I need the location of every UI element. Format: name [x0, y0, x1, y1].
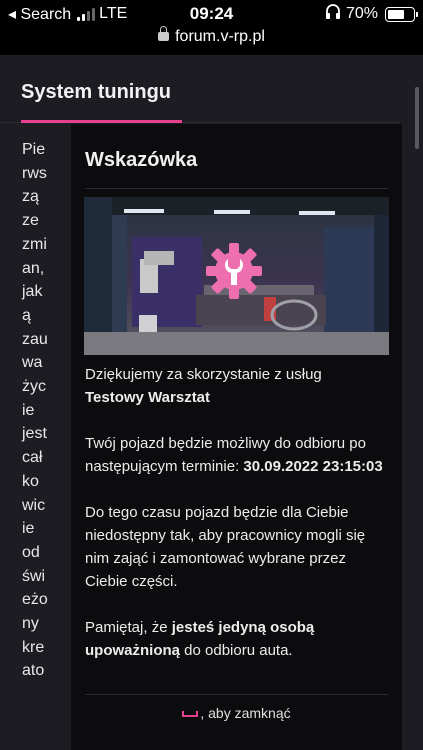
garage-image: [84, 197, 389, 355]
post-text-fragment: wic: [22, 496, 46, 514]
post-text-fragment: cał: [22, 449, 43, 467]
post-text-fragment: ie: [22, 401, 35, 419]
post-text-fragment: życ: [22, 378, 46, 396]
battery-percent: 70%: [345, 5, 378, 22]
scrollbar[interactable]: [415, 87, 419, 149]
post-text-fragment: zmi: [22, 235, 47, 253]
pickup-datetime: 30.09.2022 23:15:03: [243, 458, 383, 475]
workshop-name: Testowy Warsztat: [85, 389, 211, 406]
post-text-fragment: an,: [22, 259, 45, 277]
remember-prefix: Pamiętaj, że: [85, 619, 172, 636]
status-right: 70%: [325, 4, 418, 24]
wrench-gear-icon: [204, 241, 264, 301]
post-text-fragment: eżo: [22, 591, 48, 609]
remember-suffix: do odbioru auta.: [180, 642, 293, 659]
post-text-fragment: od: [22, 543, 40, 561]
post-text-fragment: ny: [22, 615, 39, 633]
status-bar: ◂ Search LTE 09:24 70%: [0, 0, 423, 28]
page-title: System tuningu: [21, 81, 172, 103]
remember-bold-2: upoważnioną: [85, 642, 180, 659]
post-text-fragment: ko: [22, 472, 39, 490]
thanks-text: Dziękujemy za skorzystanie z usług: [85, 366, 322, 383]
post-text-fragment: ie: [22, 520, 35, 538]
post-text-fragment: wa: [22, 354, 43, 372]
post-text-fragment: zą: [22, 188, 39, 206]
tip-footer-divider: [85, 694, 388, 695]
post-text-fragment: rws: [22, 164, 47, 182]
post-body-text: Pie rws zą ze zmi an, jak ą zau wa życ ie jest cał ko w…: [22, 138, 62, 683]
forum-page: System tuningu Pie rws zą ze zmi an, jak ą zau wa…: [0, 55, 423, 750]
post-text-fragment: kre: [22, 638, 45, 656]
post-text-fragment: świ: [22, 567, 46, 585]
tip-title: Wskazówka: [85, 149, 198, 171]
close-hint[interactable]: , aby zamknąć: [71, 705, 402, 721]
battery-icon: [385, 6, 418, 22]
url-bar[interactable]: forum.v-rp.pl: [0, 26, 423, 55]
title-underline: [21, 120, 182, 123]
post-text-fragment: ato: [22, 662, 45, 680]
tip-body: Dziękujemy za skorzystanie z usług Testo…: [85, 363, 391, 685]
unavailable-paragraph: Do tego czasu pojazd będzie dla Ciebie n…: [85, 504, 366, 590]
post-text-fragment: jest: [22, 425, 47, 443]
tip-modal: Wskazówka Dziękujemy za skorzystanie z u…: [71, 124, 402, 750]
url-text: forum.v-rp.pl: [175, 28, 265, 45]
space-key-icon: [182, 711, 199, 717]
tip-divider: [85, 188, 388, 189]
post-text-fragment: zau: [22, 330, 48, 348]
close-hint-text: , aby zamknąć: [200, 705, 291, 721]
post-text-fragment: ze: [22, 212, 39, 230]
post-text-fragment: Pie: [22, 141, 46, 158]
headphones-icon: [325, 4, 341, 24]
thanks-paragraph: Dziękujemy za skorzystanie z usług Testo…: [85, 363, 391, 409]
remember-paragraph: Pamiętaj, że jesteś jedyną osobą upoważn…: [85, 616, 391, 662]
remember-bold-1: jesteś jedyną osobą: [171, 619, 315, 636]
post-text-fragment: ą: [22, 306, 31, 324]
post-text-fragment: jak: [22, 283, 43, 301]
lock-icon: [158, 26, 170, 41]
pickup-paragraph: Twój pojazd będzie możliwy do odbioru po…: [85, 432, 391, 478]
